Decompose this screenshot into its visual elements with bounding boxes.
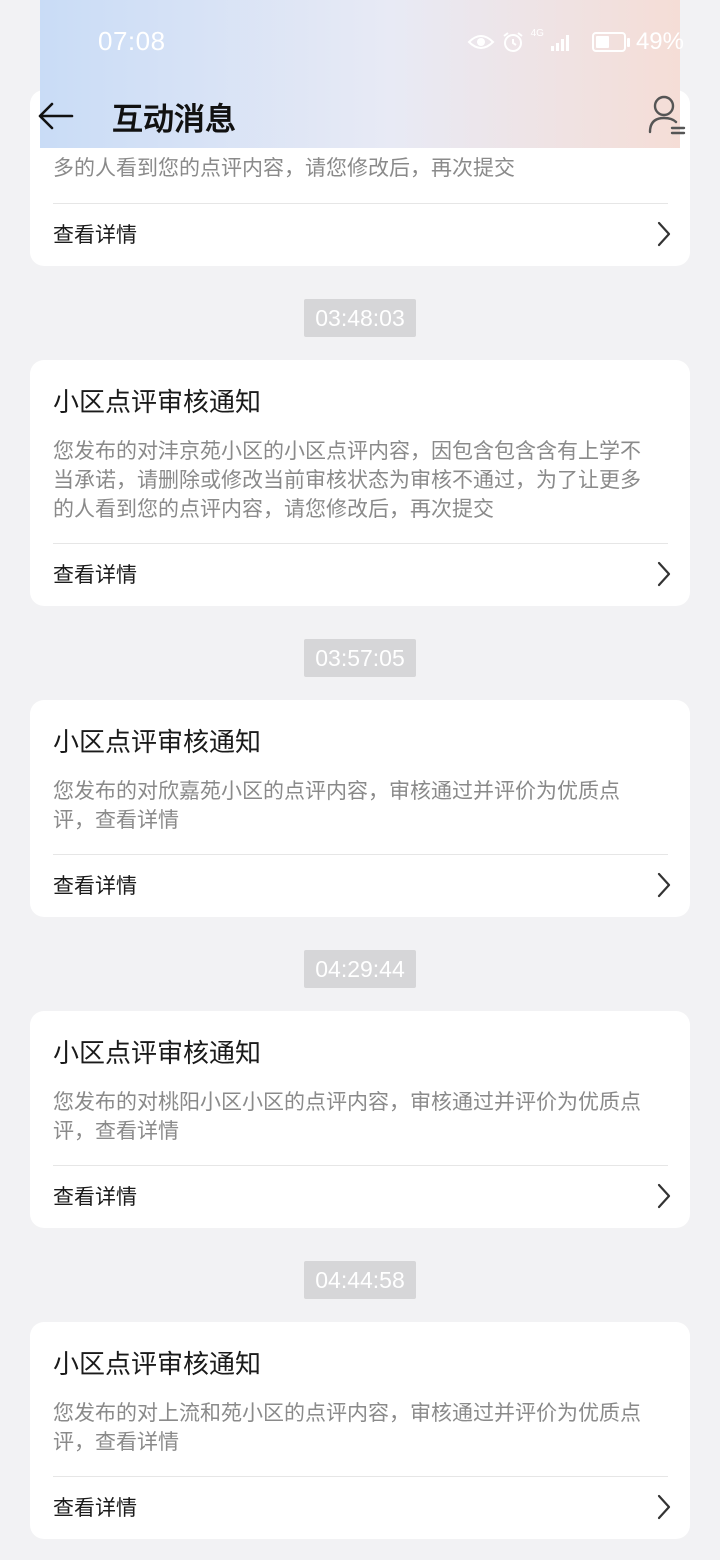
eye-icon (467, 35, 495, 49)
message-body: 您发布的对桃阳小区小区的点评内容，审核通过并评价为优质点 评，查看详情 (53, 1088, 668, 1146)
message-card[interactable]: 小区点评审核通知 您发布的对沣京苑小区的小区点评内容，因包含包含含有上学不 当承… (30, 360, 690, 606)
view-details-link[interactable]: 查看详情 (53, 1176, 674, 1216)
timestamp-badge: 04:44:58 (304, 1261, 416, 1299)
chevron-right-icon (657, 1183, 671, 1209)
status-time: 07:08 (98, 26, 166, 56)
arrow-left-icon (38, 102, 74, 130)
network-type: 4G (530, 28, 544, 39)
message-title: 小区点评审核通知 (53, 388, 262, 418)
back-button[interactable] (36, 96, 76, 136)
message-body: 您发布的对上流和苑小区的点评内容，审核通过并评价为优质点 评，查看详情 (53, 1399, 668, 1457)
message-body: 您发布的对沣京苑小区的小区点评内容，因包含包含含有上学不 当承诺，请删除或修改当… (53, 437, 668, 524)
status-icons: 4G 49% (467, 28, 684, 56)
view-details-label: 查看详情 (53, 1185, 137, 1209)
message-body-line: 您发布的对上流和苑小区的点评内容，审核通过并评价为优质点 (53, 1401, 641, 1425)
chevron-right-icon (657, 1494, 671, 1520)
message-body-line: 多的人看到您的点评内容，请您修改后，再次提交 (53, 156, 515, 180)
user-list-icon (648, 95, 686, 135)
message-title: 小区点评审核通知 (53, 1039, 262, 1069)
view-details-link[interactable]: 查看详情 (53, 1487, 674, 1527)
status-bar: 07:08 4G 49% (0, 0, 720, 86)
battery-percent: 49% (635, 28, 684, 55)
message-body-line: 的人看到您的点评内容，请您修改后，再次提交 (53, 497, 494, 521)
alarm-icon (503, 32, 523, 52)
card-divider (53, 1165, 668, 1166)
message-body-line: 当承诺，请删除或修改当前审核状态为审核不通过，为了让更多 (53, 468, 641, 492)
message-list[interactable]: 多的人看到您的点评内容，请您修改后，再次提交 查看详情 03:48:03 小区点… (0, 0, 720, 1560)
message-body: 多的人看到您的点评内容，请您修改后，再次提交 (53, 154, 668, 183)
message-title: 小区点评审核通知 (53, 728, 262, 758)
view-details-link[interactable]: 查看详情 (53, 554, 674, 594)
chevron-right-icon (657, 561, 671, 587)
page-title: 互动消息 (112, 102, 236, 138)
card-divider (53, 203, 668, 204)
view-details-link[interactable]: 查看详情 (53, 865, 674, 905)
user-menu-button[interactable] (648, 94, 688, 138)
view-details-link[interactable]: 查看详情 (53, 214, 674, 254)
message-card[interactable]: 小区点评审核通知 您发布的对欣嘉苑小区的点评内容，审核通过并评价为优质点 评，查… (30, 700, 690, 917)
battery-icon (591, 32, 626, 52)
message-title: 小区点评审核通知 (53, 1350, 262, 1380)
chevron-right-icon (657, 872, 671, 898)
view-details-label: 查看详情 (53, 223, 137, 247)
message-body: 您发布的对欣嘉苑小区的点评内容，审核通过并评价为优质点 评，查看详情 (53, 777, 668, 835)
card-divider (53, 854, 668, 855)
message-body-line: 评，查看详情 (53, 808, 179, 832)
message-card[interactable]: 小区点评审核通知 您发布的对桃阳小区小区的点评内容，审核通过并评价为优质点 评，… (30, 1011, 690, 1228)
view-details-label: 查看详情 (53, 1496, 137, 1520)
app-header: 互动消息 (0, 86, 720, 148)
timestamp-badge: 04:29:44 (304, 950, 416, 988)
timestamp-badge: 03:57:05 (304, 639, 416, 677)
battery-tip (626, 37, 630, 47)
card-divider (53, 1476, 668, 1477)
message-card[interactable]: 小区点评审核通知 您发布的对上流和苑小区的点评内容，审核通过并评价为优质点 评，… (30, 1322, 690, 1539)
view-details-label: 查看详情 (53, 563, 137, 587)
message-body-line: 评，查看详情 (53, 1430, 179, 1454)
message-body-line: 您发布的对欣嘉苑小区的点评内容，审核通过并评价为优质点 (53, 779, 620, 803)
message-body-line: 评，查看详情 (53, 1119, 179, 1143)
timestamp-badge: 03:48:03 (304, 299, 416, 337)
signal-icon (550, 35, 569, 51)
view-details-label: 查看详情 (53, 874, 137, 898)
card-divider (53, 543, 668, 544)
chevron-right-icon (657, 221, 671, 247)
message-body-line: 您发布的对桃阳小区小区的点评内容，审核通过并评价为优质点 (53, 1090, 641, 1114)
message-body-line: 您发布的对沣京苑小区的小区点评内容，因包含包含含有上学不 (53, 439, 641, 463)
